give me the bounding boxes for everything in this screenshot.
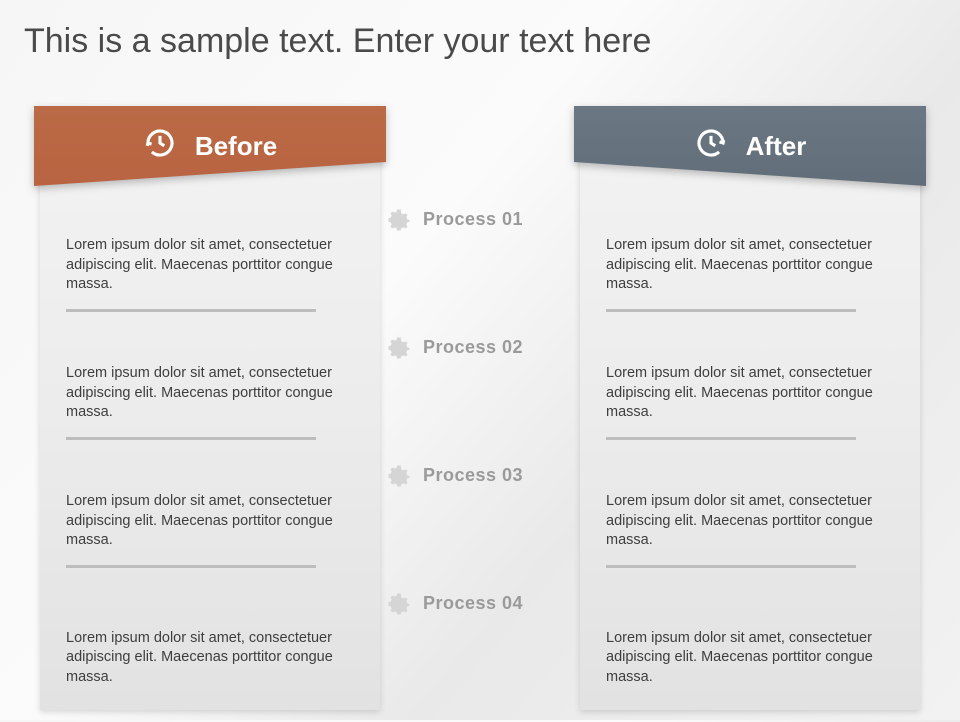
divider (66, 437, 316, 440)
after-item: Lorem ipsum dolor sit amet, consectetuer… (606, 210, 894, 338)
before-item: Lorem ipsum dolor sit amet, consectetuer… (66, 210, 354, 338)
history-icon (143, 126, 177, 167)
before-column: Before Lorem ipsum dolor sit amet, conse… (40, 110, 380, 710)
gear-icon (385, 206, 413, 239)
after-label: After (746, 131, 807, 162)
process-row: Process 01 (385, 206, 575, 334)
after-header: After (574, 106, 926, 198)
gear-icon (385, 590, 413, 623)
gear-icon (385, 462, 413, 495)
process-list: Process 01 Process 02 Process 03 Process… (385, 206, 575, 718)
process-row: Process 02 (385, 334, 575, 462)
before-item-text: Lorem ipsum dolor sit amet, consectetuer… (66, 236, 354, 295)
before-label: Before (195, 131, 277, 162)
before-item: Lorem ipsum dolor sit amet, consectetuer… (66, 338, 354, 466)
before-entries: Lorem ipsum dolor sit amet, consectetuer… (40, 210, 380, 710)
process-row: Process 03 (385, 462, 575, 590)
process-row: Process 04 (385, 590, 575, 718)
before-item: Lorem ipsum dolor sit amet, consectetuer… (66, 594, 354, 722)
after-column: After Lorem ipsum dolor sit amet, consec… (580, 110, 920, 710)
process-label: Process 01 (423, 209, 523, 230)
after-item: Lorem ipsum dolor sit amet, consectetuer… (606, 594, 894, 722)
after-item-text: Lorem ipsum dolor sit amet, consectetuer… (606, 236, 894, 295)
divider (66, 309, 316, 312)
after-item-text: Lorem ipsum dolor sit amet, consectetuer… (606, 364, 894, 423)
before-item: Lorem ipsum dolor sit amet, consectetuer… (66, 466, 354, 594)
after-item: Lorem ipsum dolor sit amet, consectetuer… (606, 466, 894, 594)
page-title: This is a sample text. Enter your text h… (24, 22, 651, 61)
before-item-text: Lorem ipsum dolor sit amet, consectetuer… (66, 492, 354, 551)
divider (606, 437, 856, 440)
gear-icon (385, 334, 413, 367)
after-item-text: Lorem ipsum dolor sit amet, consectetuer… (606, 629, 894, 688)
divider (606, 309, 856, 312)
process-label: Process 04 (423, 593, 523, 614)
process-label: Process 03 (423, 465, 523, 486)
after-item: Lorem ipsum dolor sit amet, consectetuer… (606, 338, 894, 466)
refresh-icon (694, 126, 728, 167)
before-item-text: Lorem ipsum dolor sit amet, consectetuer… (66, 629, 354, 688)
process-label: Process 02 (423, 337, 523, 358)
after-item-text: Lorem ipsum dolor sit amet, consectetuer… (606, 492, 894, 551)
after-entries: Lorem ipsum dolor sit amet, consectetuer… (580, 210, 920, 710)
before-item-text: Lorem ipsum dolor sit amet, consectetuer… (66, 364, 354, 423)
divider (66, 565, 316, 568)
divider (606, 565, 856, 568)
before-header: Before (34, 106, 386, 198)
